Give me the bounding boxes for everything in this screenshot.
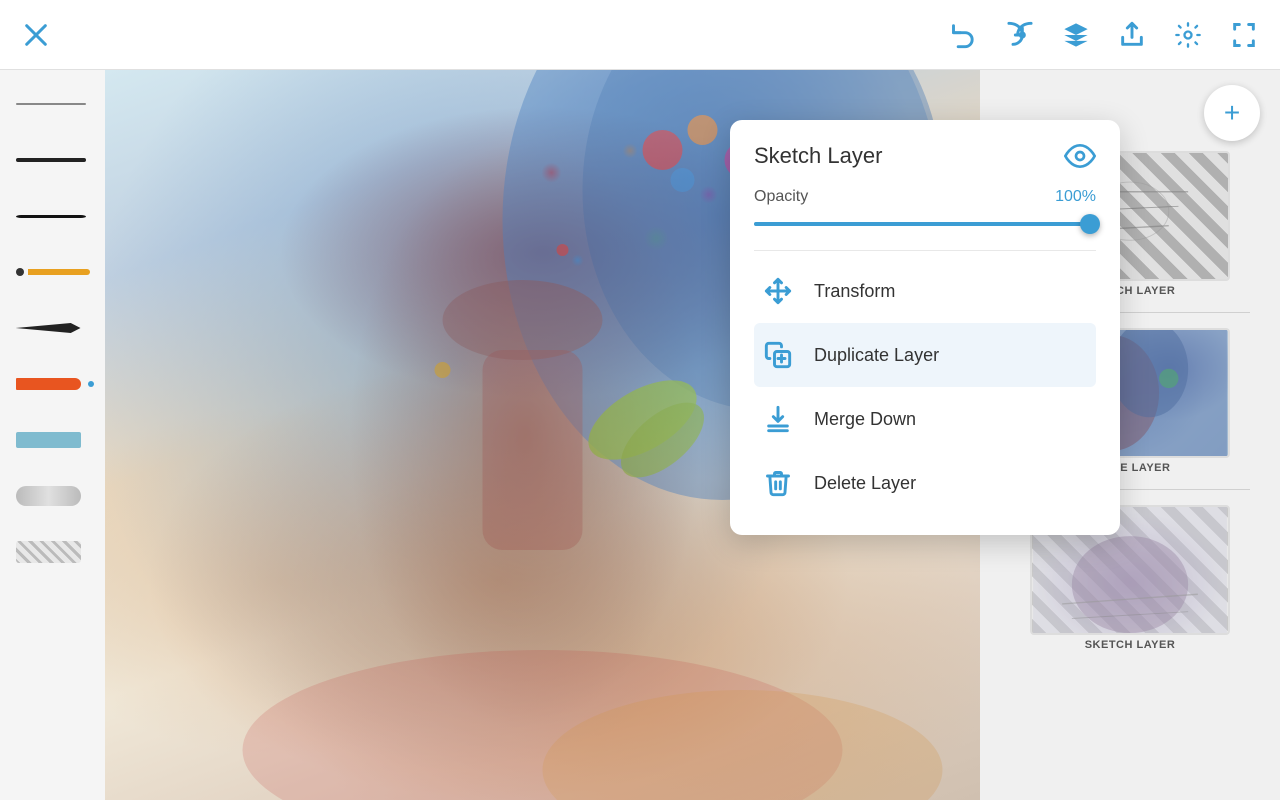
panel-title: Sketch Layer — [754, 143, 882, 169]
duplicate-icon — [762, 339, 794, 371]
tool-pencil[interactable] — [8, 192, 98, 240]
tool-soft-brush[interactable] — [8, 472, 98, 520]
visibility-toggle[interactable] — [1064, 140, 1096, 172]
panel-divider — [754, 250, 1096, 251]
tool-eraser[interactable] — [8, 528, 98, 576]
export-button[interactable] — [1116, 19, 1148, 51]
tool-fine-brush[interactable] — [8, 80, 98, 128]
tool-knife[interactable] — [8, 304, 98, 352]
move-icon — [762, 275, 794, 307]
opacity-slider-thumb[interactable] — [1080, 214, 1100, 234]
close-button[interactable] — [20, 19, 52, 51]
redo-button[interactable] — [1004, 19, 1036, 51]
layer-options-panel: Sketch Layer Opacity 100% Transform — [730, 120, 1120, 535]
tool-watercolor[interactable] — [8, 416, 98, 464]
left-tools-panel — [0, 70, 105, 800]
settings-button[interactable] — [1172, 19, 1204, 51]
opacity-slider-container[interactable] — [754, 218, 1096, 230]
tool-oil-brush[interactable] — [8, 360, 98, 408]
merge-icon — [762, 403, 794, 435]
undo-button[interactable] — [948, 19, 980, 51]
layers-button[interactable] — [1060, 19, 1092, 51]
tool-medium-brush[interactable] — [8, 136, 98, 184]
top-toolbar — [0, 0, 1280, 70]
opacity-row: Opacity 100% — [754, 188, 1096, 206]
duplicate-layer-label: Duplicate Layer — [814, 345, 939, 366]
duplicate-layer-menu-item[interactable]: Duplicate Layer — [754, 323, 1096, 387]
delete-layer-menu-item[interactable]: Delete Layer — [754, 451, 1096, 515]
toolbar-right — [948, 19, 1260, 51]
opacity-label: Opacity — [754, 188, 808, 206]
merge-down-label: Merge Down — [814, 409, 916, 430]
add-layer-button[interactable]: + — [1204, 85, 1260, 141]
merge-down-menu-item[interactable]: Merge Down — [754, 387, 1096, 451]
opacity-slider-track — [754, 222, 1096, 226]
delete-icon — [762, 467, 794, 499]
delete-layer-label: Delete Layer — [814, 473, 916, 494]
opacity-slider-fill — [754, 222, 1096, 226]
toolbar-left — [20, 19, 52, 51]
tool-marker[interactable] — [8, 248, 98, 296]
transform-label: Transform — [814, 281, 895, 302]
opacity-value: 100% — [1055, 188, 1096, 206]
panel-header: Sketch Layer — [754, 140, 1096, 172]
fullscreen-button[interactable] — [1228, 19, 1260, 51]
layer-label-sketch-bottom: SKETCH LAYER — [1085, 639, 1176, 651]
plus-icon: + — [1224, 97, 1240, 129]
transform-menu-item[interactable]: Transform — [754, 259, 1096, 323]
